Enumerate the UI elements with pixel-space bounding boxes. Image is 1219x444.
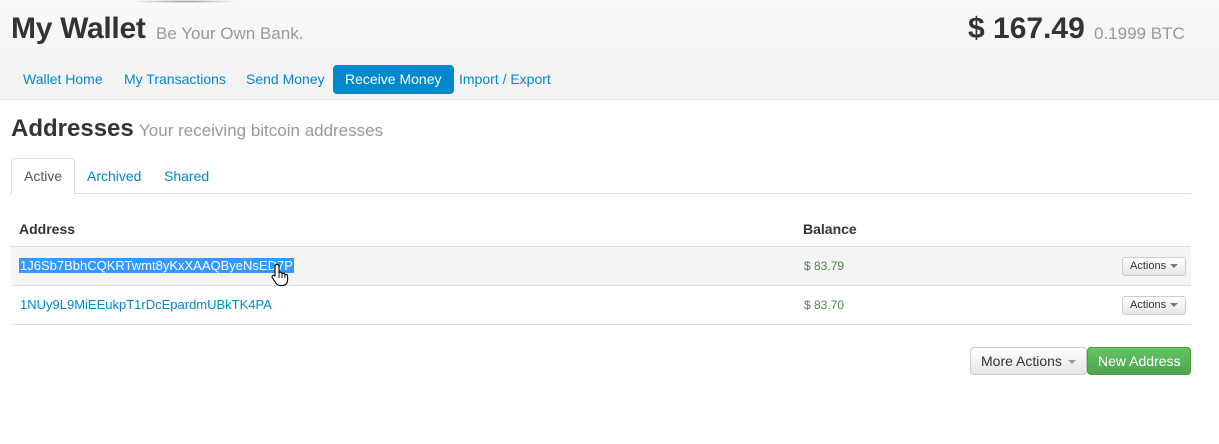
caret-down-icon [1067,360,1076,365]
address-tabs: Active Archived Shared [11,158,1191,195]
nav-receive-money[interactable]: Receive Money [333,65,454,94]
nav-wallet-home[interactable]: Wallet Home [11,65,115,94]
table-row: 1J6Sb7BbhCQKRTwmt8yKxXAAQByeNsED7P $ 83.… [11,247,1191,286]
nav-import-export[interactable]: Import / Export [447,65,563,94]
actions-label: Actions [1130,260,1167,272]
more-actions-button[interactable]: More Actions [970,347,1087,375]
nav-send-money[interactable]: Send Money [234,65,337,94]
hand-pointer-icon [271,263,289,287]
app-title: My Wallet [11,12,146,45]
more-actions-label: More Actions [981,353,1062,369]
address-link[interactable]: 1NUy9L9MiEEukpT1rDcEpardmUBkTK4PA [20,297,272,312]
wallet-balance-usd[interactable]: $ 167.49 [968,12,1085,46]
caret-down-icon [1170,264,1179,269]
address-balance: $ 83.70 [804,298,845,312]
actions-dropdown-button[interactable]: Actions [1122,257,1187,276]
address-balance: $ 83.79 [804,259,845,273]
actions-dropdown-button[interactable]: Actions [1122,296,1187,315]
section-subtitle: Your receiving bitcoin addresses [139,121,384,140]
tab-shared[interactable]: Shared [152,158,221,194]
tab-active[interactable]: Active [11,158,76,195]
caret-down-icon [1170,303,1179,308]
column-header-address: Address [19,221,76,237]
app-header: My Wallet Be Your Own Bank. $ 167.49 0.1… [0,0,1219,100]
column-header-balance: Balance [803,221,857,237]
tab-archived[interactable]: Archived [75,158,153,194]
new-address-button[interactable]: New Address [1087,347,1192,375]
table-row: 1NUy9L9MiEEukpT1rDcEpardmUBkTK4PA $ 83.7… [11,286,1191,325]
header-shadow [130,0,240,3]
wallet-balance-btc[interactable]: 0.1999 BTC [1094,24,1185,44]
address-link[interactable]: 1J6Sb7BbhCQKRTwmt8yKxXAAQByeNsED7P [19,258,294,273]
section-title: Addresses [11,115,134,142]
actions-label: Actions [1130,299,1167,311]
app-subtitle: Be Your Own Bank. [156,24,304,43]
nav-my-transactions[interactable]: My Transactions [112,65,238,94]
